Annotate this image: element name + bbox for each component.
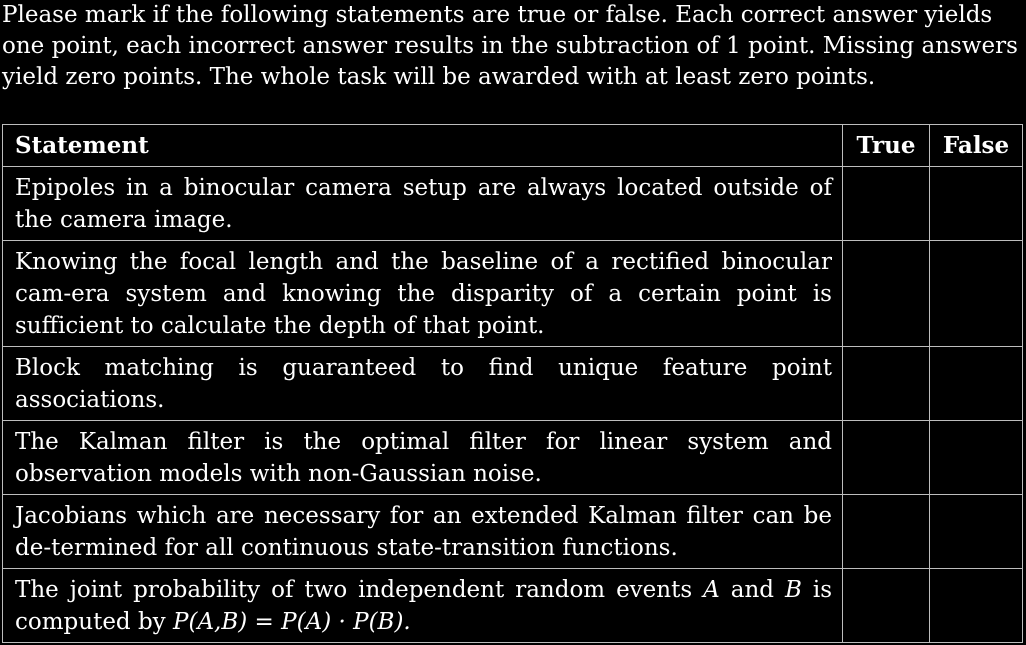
header-true: True: [842, 124, 930, 167]
statement-text: The joint probability of two independent…: [15, 577, 693, 603]
math-variable-b: B: [784, 577, 802, 603]
true-answer-cell[interactable]: [842, 240, 930, 347]
table-row: Jacobians which are necessary for an ext…: [2, 494, 1023, 569]
true-answer-cell[interactable]: [842, 166, 930, 241]
statement-cell: Jacobians which are necessary for an ext…: [2, 494, 843, 569]
probability-formula: P(A,B) = P(A) · P(B).: [173, 609, 411, 635]
false-answer-cell[interactable]: [929, 420, 1023, 495]
true-answer-cell[interactable]: [842, 420, 930, 495]
false-answer-cell[interactable]: [929, 346, 1023, 421]
header-false: False: [929, 124, 1023, 167]
header-statement: Statement: [2, 124, 843, 167]
table-header-row: Statement True False: [2, 124, 1023, 167]
statement-cell: The joint probability of two independent…: [2, 568, 843, 643]
table-row: Knowing the focal length and the baselin…: [2, 240, 1023, 347]
statement-cell: Block matching is guaranteed to find uni…: [2, 346, 843, 421]
false-answer-cell[interactable]: [929, 568, 1023, 643]
false-answer-cell[interactable]: [929, 166, 1023, 241]
table-row: Epipoles in a binocular camera setup are…: [2, 166, 1023, 241]
and-word: and: [730, 577, 774, 603]
statement-cell: Knowing the focal length and the baselin…: [2, 240, 843, 347]
true-answer-cell[interactable]: [842, 346, 930, 421]
table-row: The Kalman filter is the optimal filter …: [2, 420, 1023, 495]
instructions-text: Please mark if the following statements …: [2, 2, 1018, 90]
statement-cell: The Kalman filter is the optimal filter …: [2, 420, 843, 495]
table-row: Block matching is guaranteed to find uni…: [2, 346, 1023, 421]
math-variable-a: A: [703, 577, 720, 603]
false-answer-cell[interactable]: [929, 494, 1023, 569]
true-answer-cell[interactable]: [842, 568, 930, 643]
false-answer-cell[interactable]: [929, 240, 1023, 347]
statement-cell: Epipoles in a binocular camera setup are…: [2, 166, 843, 241]
table-row: The joint probability of two independent…: [2, 568, 1023, 643]
true-answer-cell[interactable]: [842, 494, 930, 569]
true-false-table: Statement True False Epipoles in a binoc…: [2, 124, 1023, 643]
